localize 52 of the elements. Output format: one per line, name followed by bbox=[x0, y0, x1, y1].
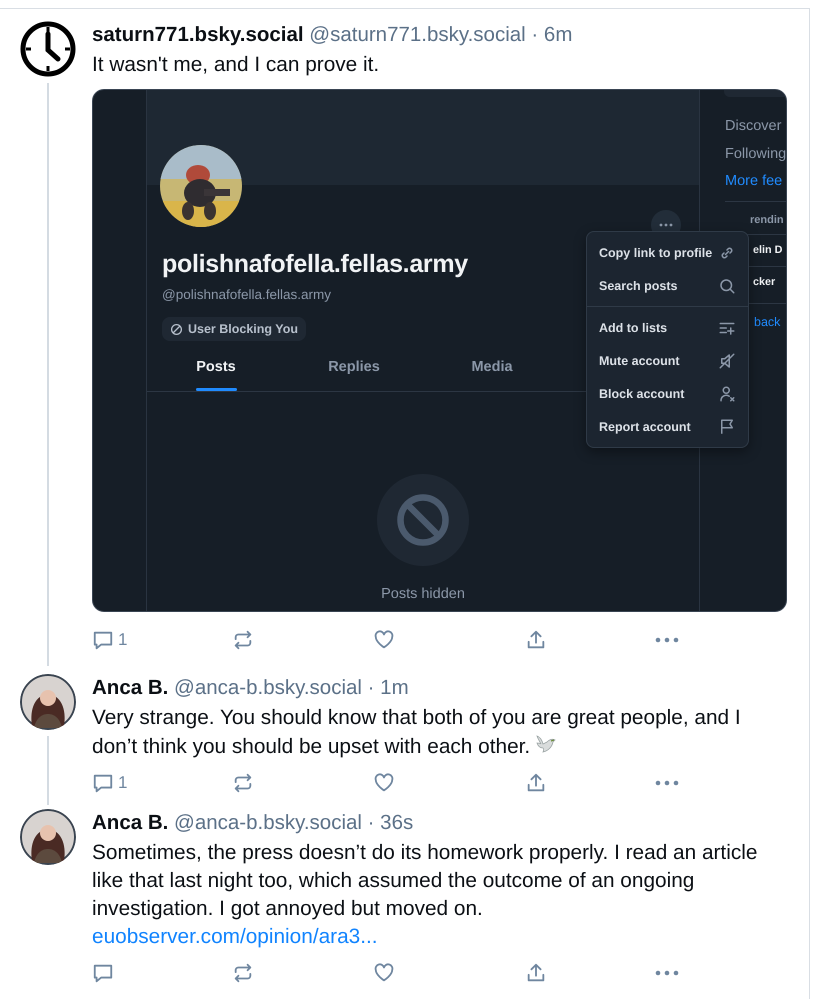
person-remove-icon bbox=[718, 384, 736, 402]
profile-name: polishnafofella.fellas.army bbox=[162, 250, 468, 279]
repost-icon[interactable] bbox=[232, 772, 254, 794]
sidebar-heading: rendin bbox=[749, 212, 785, 228]
more-icon[interactable] bbox=[655, 969, 679, 977]
clock-icon[interactable] bbox=[20, 21, 76, 77]
author-name[interactable]: saturn771.bsky.social bbox=[92, 23, 304, 46]
repost-icon[interactable] bbox=[232, 629, 254, 651]
menu-item[interactable]: Add to lists bbox=[587, 311, 748, 344]
reply-icon[interactable] bbox=[92, 629, 114, 651]
menu-item[interactable]: Copy link to profile bbox=[587, 236, 748, 269]
author-handle: @anca-b.bsky.social · 36s bbox=[174, 811, 414, 834]
sidebar-link[interactable]: More fee bbox=[700, 168, 786, 196]
menu-item[interactable]: Mute account bbox=[587, 344, 748, 377]
profile-handle: @polishnafofella.fellas.army bbox=[162, 287, 332, 302]
reply-icon[interactable] bbox=[92, 962, 114, 984]
profile-tab[interactable]: Media bbox=[423, 355, 561, 391]
more-icon[interactable] bbox=[655, 779, 679, 787]
sidebar-item[interactable]: Following bbox=[700, 140, 786, 168]
empty-message: Posts hidden bbox=[381, 586, 465, 602]
sidebar-item[interactable]: Discover bbox=[700, 113, 786, 140]
menu-item[interactable]: Block account bbox=[587, 377, 748, 410]
post-text: It wasn't me, and I can prove it. bbox=[92, 52, 380, 78]
more-icon[interactable] bbox=[655, 636, 679, 644]
post-text: Very strange. You should know that both of you are great people, and I don’t think you should be upset with each other. bbox=[92, 705, 742, 760]
share-icon[interactable] bbox=[525, 629, 547, 651]
post-text: Sometimes, the press doesn’t do its homework properly. I read an article like that last night too, which assumed the outcome of an ongoing investigation. I got annoyed but moved on. bbox=[92, 840, 758, 922]
mute-icon bbox=[718, 352, 736, 370]
author-handle: @saturn771.bsky.social · 6m bbox=[309, 23, 572, 46]
reply-count: 1 bbox=[118, 630, 128, 650]
more-icon bbox=[659, 223, 673, 227]
repost-icon[interactable] bbox=[232, 962, 254, 984]
blocking-badge: User Blocking You bbox=[162, 317, 306, 341]
author-name[interactable]: Anca B. bbox=[92, 676, 168, 699]
heart-icon[interactable] bbox=[373, 629, 395, 651]
author-handle: @anca-b.bsky.social · 1m bbox=[174, 676, 409, 699]
share-icon[interactable] bbox=[525, 772, 547, 794]
menu-item[interactable]: Search posts bbox=[587, 269, 748, 302]
profile-tab[interactable]: Replies bbox=[285, 355, 423, 391]
avatar-icon[interactable] bbox=[20, 674, 76, 730]
share-icon[interactable] bbox=[525, 962, 547, 984]
profile-tab[interactable]: Posts bbox=[147, 355, 285, 391]
heart-icon[interactable] bbox=[373, 962, 395, 984]
reply-count: 1 bbox=[118, 773, 128, 793]
post-link[interactable]: euobserver.com/opinion/ara3... bbox=[92, 923, 378, 951]
search-icon bbox=[718, 276, 736, 294]
menu-item[interactable]: Report account bbox=[587, 410, 748, 443]
flag-icon bbox=[718, 418, 736, 436]
author-name[interactable]: Anca B. bbox=[92, 811, 168, 834]
heart-icon[interactable] bbox=[373, 772, 395, 794]
avatar-icon[interactable] bbox=[20, 809, 76, 865]
reply-icon[interactable] bbox=[92, 772, 114, 794]
